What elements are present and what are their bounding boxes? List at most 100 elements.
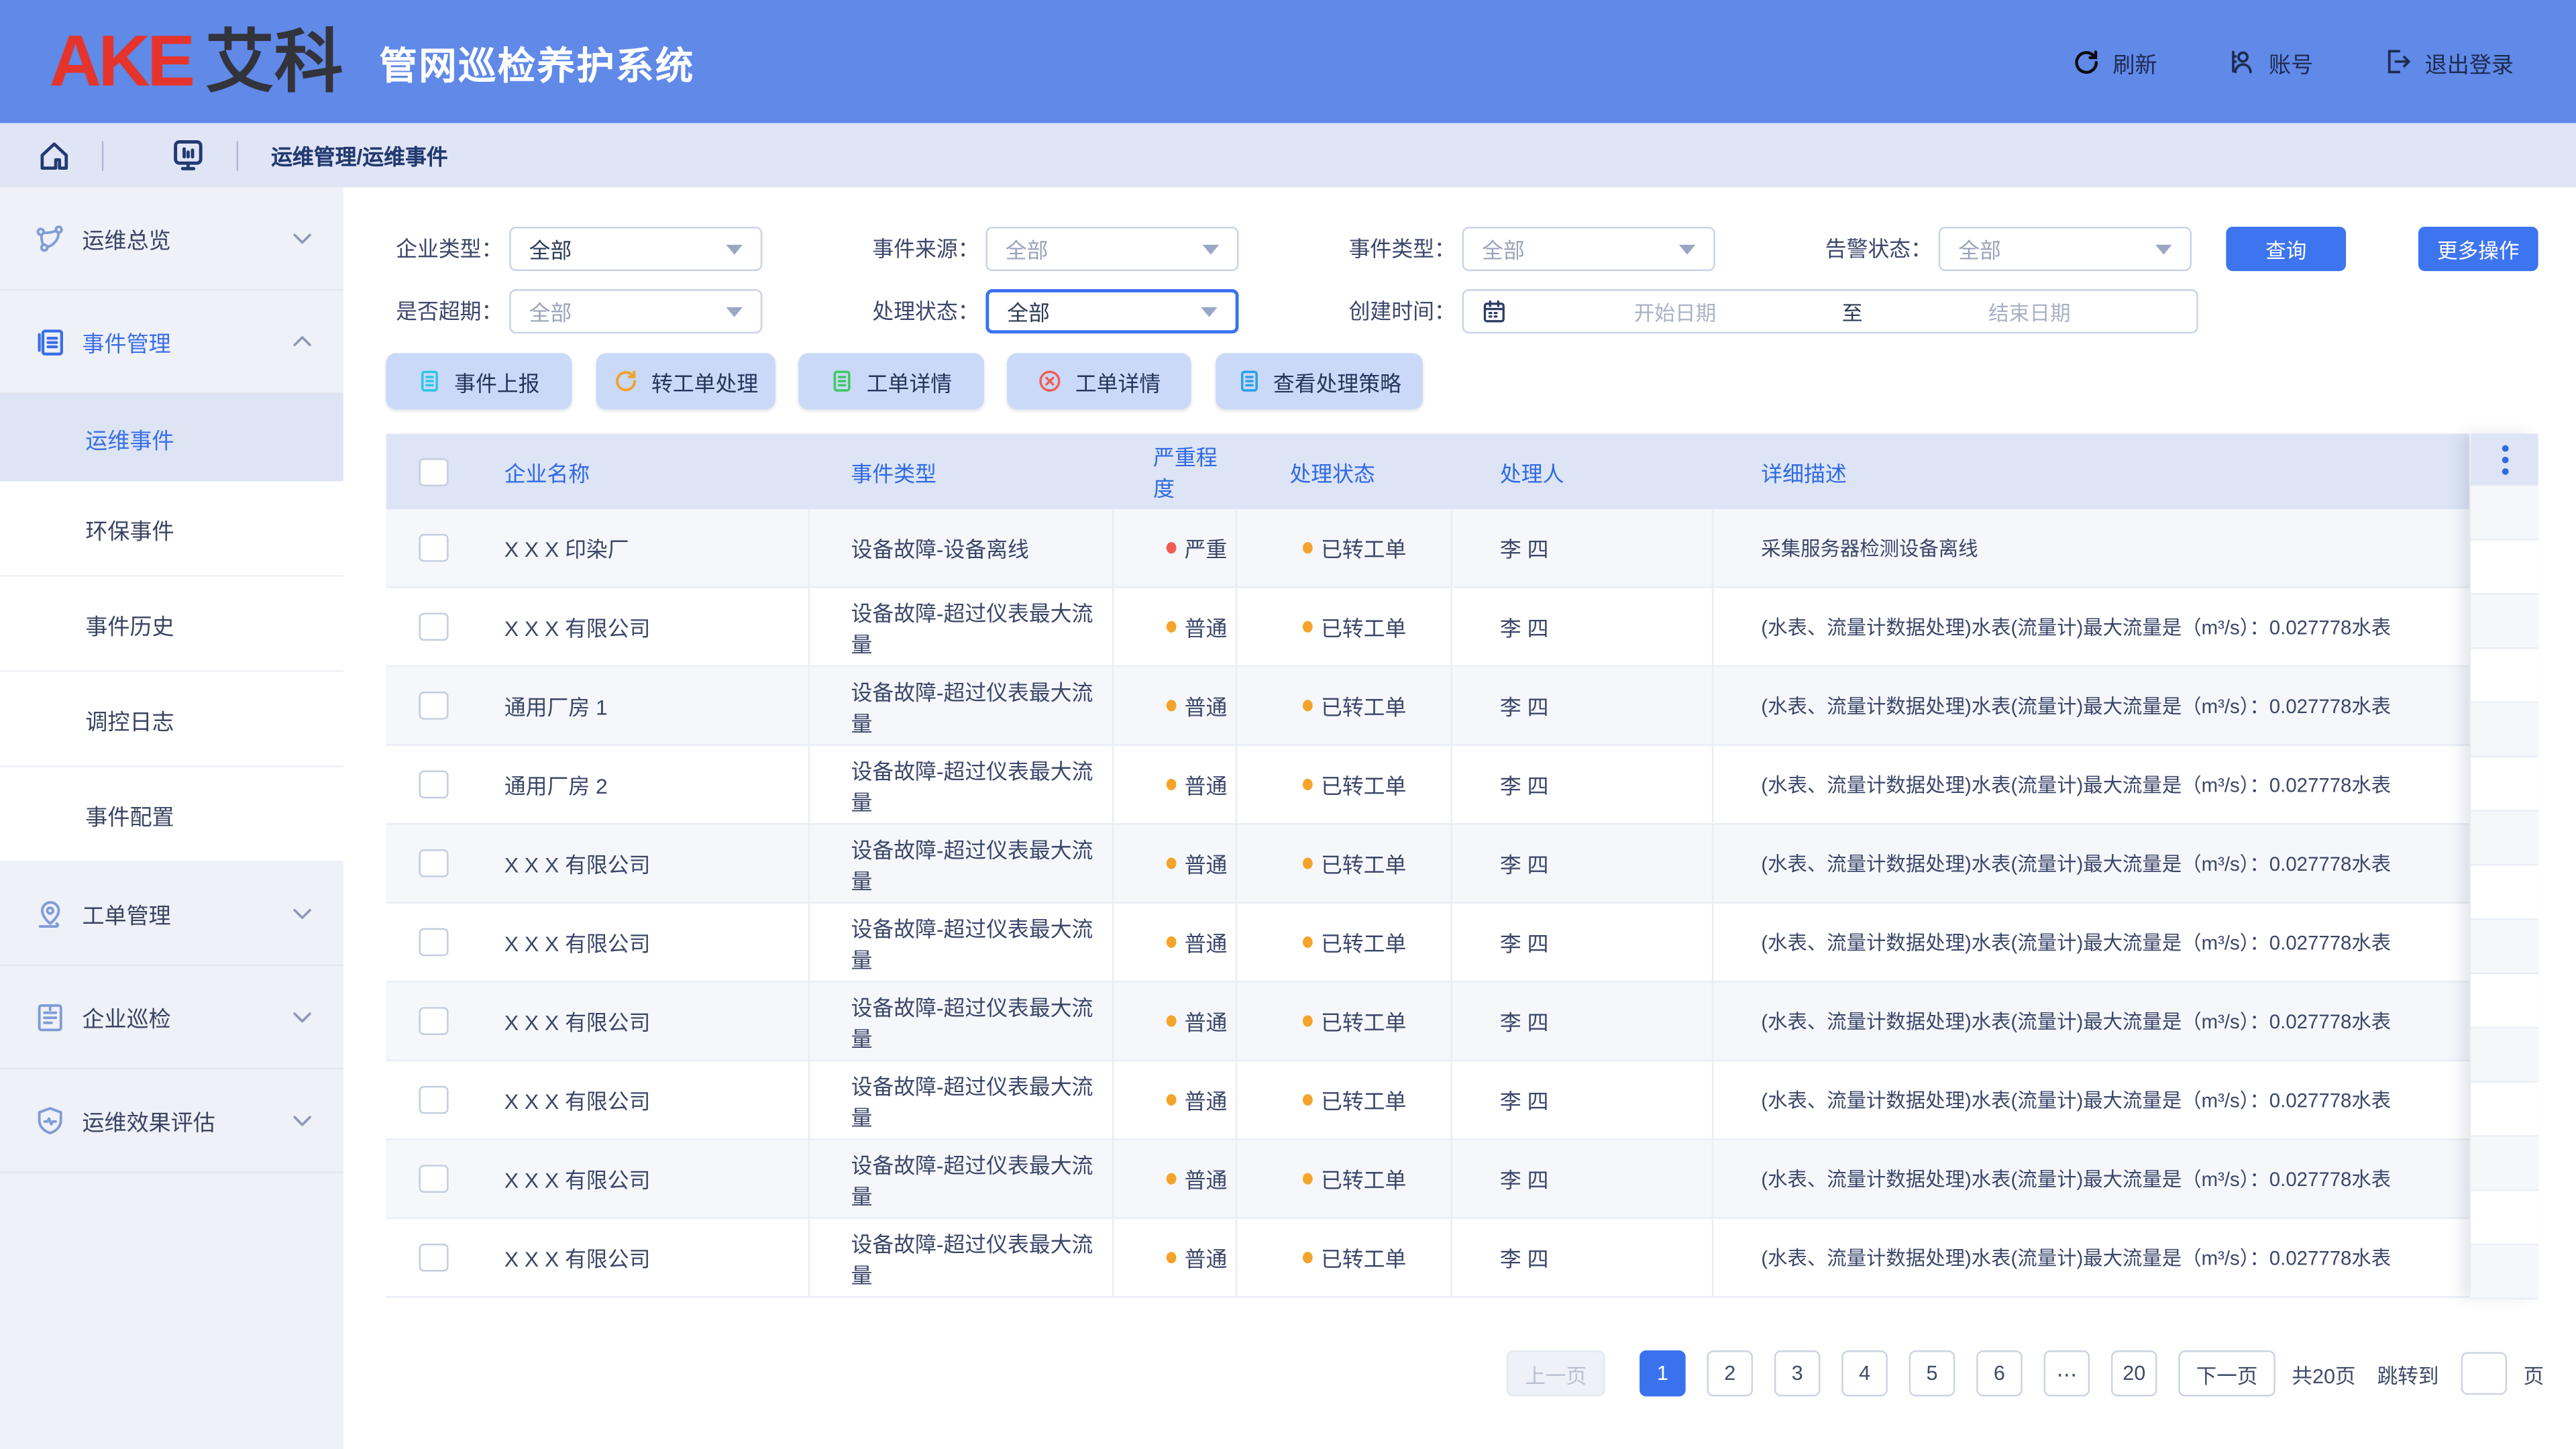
- status-dot: [1303, 1015, 1313, 1026]
- page-button-1[interactable]: 1: [1640, 1350, 1686, 1397]
- more-actions-button[interactable]: 更多操作: [2418, 227, 2538, 271]
- row-checkbox[interactable]: [419, 771, 448, 799]
- header-actions: 刷新 账号 退出登录: [2072, 0, 2514, 123]
- sidebar-item-workorder-management[interactable]: 工单管理: [0, 863, 343, 966]
- table-row[interactable]: X X X 有限公司 设备故障-超过仪表最大流量 普通 已转工单 李 四 (水表…: [386, 1140, 2469, 1220]
- strategy-doc-icon: [1237, 368, 1262, 394]
- caret-down-icon: [1201, 307, 1217, 317]
- search-button[interactable]: 查询: [2226, 227, 2346, 271]
- table-row[interactable]: X X X 有限公司 设备故障-超过仪表最大流量 普通 已转工单 李 四 (水表…: [386, 588, 2469, 667]
- sidebar-item-event-config[interactable]: 事件配置: [0, 767, 343, 863]
- kebab-menu-icon: [2502, 444, 2508, 474]
- total-pages-label: 共20页: [2292, 1350, 2355, 1397]
- page-ellipsis-button[interactable]: ⋯: [2044, 1350, 2090, 1397]
- sidebar-item-event-history[interactable]: 事件历史: [0, 577, 343, 672]
- enterprise-type-select[interactable]: 全部: [509, 227, 762, 271]
- monitor-icon[interactable]: [169, 136, 207, 174]
- table-row[interactable]: X X X 有限公司 设备故障-超过仪表最大流量 普通 已转工单 李 四 (水表…: [386, 1061, 2469, 1140]
- severity-dot: [1167, 1173, 1177, 1185]
- prev-page-button[interactable]: 上一页: [1507, 1350, 1605, 1397]
- table-row[interactable]: X X X 有限公司 设备故障-超过仪表最大流量 普通 已转工单 李 四 (水表…: [386, 904, 2469, 983]
- handle-status-select[interactable]: 全部: [985, 289, 1238, 333]
- severity-dot: [1167, 779, 1177, 790]
- refresh-button[interactable]: 刷新: [2072, 45, 2157, 78]
- table-row[interactable]: 通用厂房 2 设备故障-超过仪表最大流量 普通 已转工单 李 四 (水表、流量计…: [386, 746, 2469, 825]
- pin-icon: [33, 896, 66, 930]
- page-button-4[interactable]: 4: [1841, 1350, 1888, 1397]
- severity-dot: [1167, 857, 1177, 869]
- column-settings-button[interactable]: [2471, 434, 2538, 486]
- caret-down-icon: [1679, 244, 1695, 254]
- pagination: 上一页 1 2 3 4 5 6 ⋯ 20 下一页 共20页 跳转到 页: [343, 1350, 2538, 1397]
- row-checkbox[interactable]: [419, 1007, 448, 1035]
- select-all-checkbox[interactable]: [419, 458, 448, 486]
- workorder-doc-icon: [830, 368, 855, 394]
- table-header-row: 企业名称 事件类型 严重程度 处理状态 处理人 详细描述: [386, 434, 2469, 510]
- status-dot: [1303, 857, 1313, 869]
- table-row[interactable]: X X X 有限公司 设备故障-超过仪表最大流量 普通 已转工单 李 四 (水表…: [386, 982, 2469, 1061]
- alarm-status-select[interactable]: 全部: [1939, 227, 2192, 271]
- account-icon: [2226, 46, 2257, 78]
- overdue-select[interactable]: 全部: [509, 289, 762, 333]
- view-strategy-button[interactable]: 查看处理策略: [1216, 354, 1423, 409]
- report-doc-icon: [418, 368, 443, 394]
- refresh-label: 刷新: [2112, 45, 2157, 78]
- page-button-3[interactable]: 3: [1774, 1350, 1821, 1397]
- page-button-20[interactable]: 20: [2111, 1350, 2157, 1397]
- table-row[interactable]: X X X 有限公司 设备故障-超过仪表最大流量 普通 已转工单 李 四 (水表…: [386, 1219, 2469, 1298]
- column-header-company: 企业名称: [482, 434, 810, 510]
- page-button-6[interactable]: 6: [1976, 1350, 2023, 1397]
- breadcrumb: 运维管理/运维事件: [271, 140, 448, 171]
- system-title: 管网巡检养护系统: [380, 34, 695, 89]
- chevron-down-icon: [289, 900, 315, 926]
- row-checkbox[interactable]: [419, 612, 448, 641]
- severity-dot: [1167, 1094, 1177, 1106]
- ops-column-cell: [2471, 1028, 2538, 1083]
- workorder-detail-button[interactable]: 工单详情: [798, 354, 984, 409]
- row-checkbox[interactable]: [419, 1165, 448, 1193]
- sidebar-item-event-management[interactable]: 事件管理: [0, 290, 343, 394]
- row-checkbox[interactable]: [419, 928, 448, 957]
- event-type-select[interactable]: 全部: [1462, 227, 1715, 271]
- severity-dot: [1167, 1015, 1177, 1026]
- row-checkbox[interactable]: [419, 1086, 448, 1114]
- account-button[interactable]: 账号: [2226, 45, 2313, 78]
- sidebar-item-control-log[interactable]: 调控日志: [0, 672, 343, 767]
- row-checkbox[interactable]: [419, 692, 448, 720]
- table-row[interactable]: X X X 印染厂 设备故障-设备离线 严重 已转工单 李 四 采集服务器检测设…: [386, 509, 2469, 588]
- jump-page-input[interactable]: [2461, 1352, 2508, 1395]
- transfer-workorder-button[interactable]: 转工单处理: [596, 354, 775, 409]
- page-button-5[interactable]: 5: [1909, 1350, 1955, 1397]
- row-checkbox[interactable]: [419, 534, 448, 562]
- brand-logo-en: AKE: [49, 25, 192, 98]
- severity-dot: [1167, 700, 1177, 711]
- table-row[interactable]: 通用厂房 1 设备故障-超过仪表最大流量 普通 已转工单 李 四 (水表、流量计…: [386, 667, 2469, 746]
- row-checkbox[interactable]: [419, 849, 448, 877]
- event-source-select[interactable]: 全部: [985, 227, 1238, 271]
- column-header-detail: 详细描述: [1713, 434, 2469, 510]
- row-checkbox[interactable]: [419, 1244, 448, 1272]
- divider: [237, 140, 238, 170]
- severity-dot: [1167, 936, 1177, 948]
- next-page-button[interactable]: 下一页: [2178, 1350, 2275, 1397]
- sidebar-item-ops-events[interactable]: 运维事件: [0, 394, 343, 482]
- page-suffix-label: 页: [2524, 1350, 2544, 1397]
- logout-button[interactable]: 退出登录: [2382, 45, 2514, 78]
- transfer-refresh-icon: [614, 368, 640, 394]
- report-event-button[interactable]: 事件上报: [386, 354, 572, 409]
- home-icon[interactable]: [36, 137, 72, 173]
- table-row[interactable]: X X X 有限公司 设备故障-超过仪表最大流量 普通 已转工单 李 四 (水表…: [386, 824, 2469, 904]
- chevron-down-icon: [289, 1108, 315, 1134]
- workorder-detail-close-button[interactable]: 工单详情: [1007, 354, 1191, 409]
- page-button-2[interactable]: 2: [1707, 1350, 1753, 1397]
- calendar-icon: [1481, 297, 1509, 325]
- brand-logo-cn: 艾科: [205, 27, 343, 96]
- create-time-range-picker[interactable]: 开始日期 至 结束日期: [1462, 289, 2198, 333]
- sidebar-item-ops-overview[interactable]: 运维总览: [0, 187, 343, 290]
- sidebar-item-enterprise-inspection[interactable]: 企业巡检: [0, 966, 343, 1069]
- ops-column-cell: [2471, 1191, 2538, 1246]
- sidebar-item-env-events[interactable]: 环保事件: [0, 482, 343, 577]
- sidebar-item-ops-effect-evaluation[interactable]: 运维效果评估: [0, 1069, 343, 1173]
- inspect-doc-icon: [33, 1000, 66, 1034]
- date-separator: 至: [1842, 296, 1863, 327]
